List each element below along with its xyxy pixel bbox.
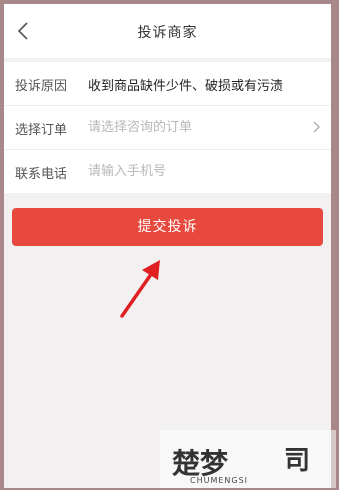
red-arrow-icon: [120, 260, 160, 318]
phone-input[interactable]: [88, 160, 298, 182]
watermark-logo: 楚梦: [172, 438, 262, 480]
order-row[interactable]: 选择订单: [4, 106, 331, 150]
phone-screen: 投诉商家 投诉原因 收到商品缺件少件、破损或有污渍 选择订单 联系电话 提交投诉: [4, 4, 331, 488]
reason-label: 投诉原因: [15, 79, 68, 94]
watermark-subtitle: CHUMENGSI: [190, 476, 249, 485]
phone-row: 联系电话: [4, 150, 331, 193]
watermark: 楚梦 司 CHUMENGSI: [160, 430, 336, 488]
order-select-field[interactable]: [88, 116, 298, 138]
complaint-form: 投诉原因 收到商品缺件少件、破损或有污渍 选择订单 联系电话: [4, 62, 331, 193]
chevron-right-icon: [313, 121, 320, 133]
submit-complaint-button[interactable]: 提交投诉: [12, 208, 323, 246]
reason-row[interactable]: 投诉原因 收到商品缺件少件、破损或有污渍: [4, 62, 331, 106]
watermark-side-char: 司: [284, 446, 311, 476]
reason-value: 收到商品缺件少件、破损或有污渍: [88, 79, 284, 94]
nav-bar: 投诉商家: [4, 4, 331, 58]
phone-label: 联系电话: [15, 167, 68, 182]
order-label: 选择订单: [15, 123, 68, 138]
page-title: 投诉商家: [137, 25, 198, 41]
